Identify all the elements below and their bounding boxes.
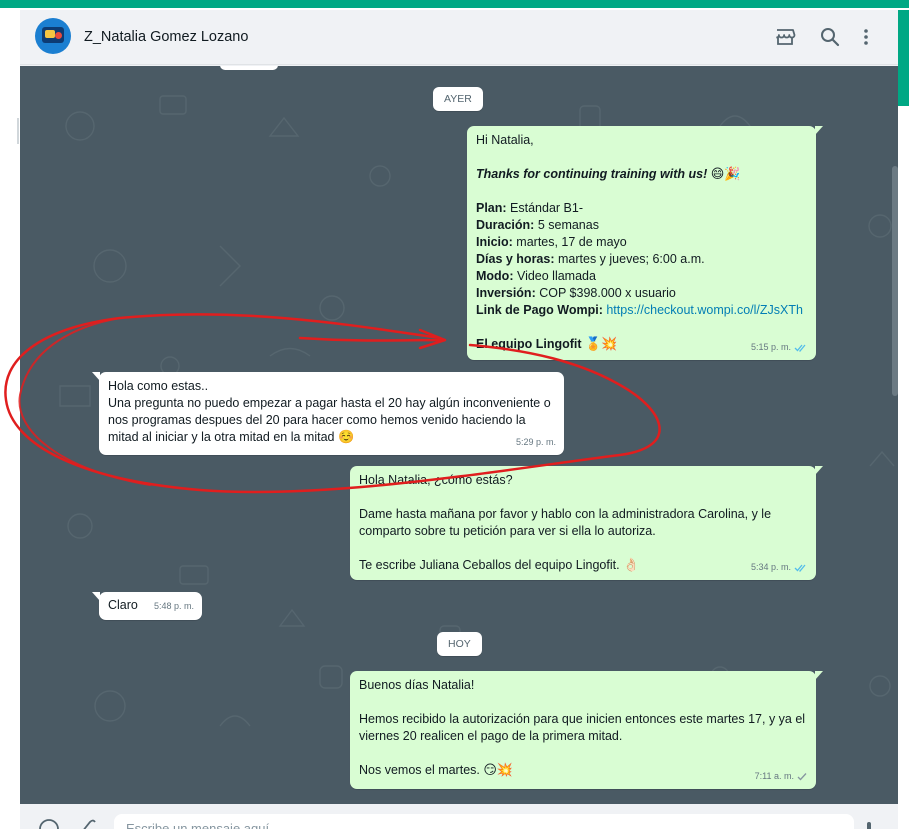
message-time: 5:15 p. m. <box>750 342 791 352</box>
message-list[interactable]: AYER Hi Natalia, Thanks for continuing t… <box>20 66 898 804</box>
message-meta: 5:34 p. m. <box>751 559 808 576</box>
double-check-icon <box>794 564 806 572</box>
message-text: Una pregunta no puedo empezar a pagar ha… <box>108 396 551 410</box>
message-meta: 7:11 a. m. <box>755 768 808 785</box>
message-text: Dame hasta mañana por favor y hablo con … <box>359 507 772 521</box>
panel-divider <box>17 118 19 144</box>
emoji: ☺️ <box>337 429 355 444</box>
message-time: 7:11 a. m. <box>754 771 794 781</box>
emoji: 😏💥 <box>483 762 514 777</box>
emoji: 😄🎉 <box>710 166 741 181</box>
window-top-strip <box>0 0 909 10</box>
message-meta: 5:48 p. m. <box>154 598 194 615</box>
avatar-graphic <box>45 30 55 38</box>
message-text: Hi Natalia, <box>476 133 534 147</box>
store-icon[interactable] <box>773 25 797 49</box>
message-input[interactable]: Escribe un mensaje aquí <box>114 814 854 829</box>
date-divider-yesterday: AYER <box>433 87 483 111</box>
microphone-icon[interactable] <box>858 818 880 829</box>
message-text: nos programas despues del 20 para hacer … <box>108 413 526 427</box>
message-outgoing[interactable]: Hi Natalia, Thanks for continuing traini… <box>467 126 823 360</box>
message-meta: 5:15 p. m. <box>751 339 808 356</box>
message-meta: 5:29 p. m. <box>516 434 556 451</box>
emoji-icon[interactable] <box>38 818 60 829</box>
scrollbar[interactable] <box>892 166 898 396</box>
avatar[interactable] <box>35 18 71 54</box>
dias-line: Días y horas: martes y jueves; 6:00 a.m. <box>476 252 705 266</box>
inicio-line: Inicio: martes, 17 de mayo <box>476 235 627 249</box>
accent-edge <box>898 10 909 106</box>
message-text: Buenos días Natalia! <box>359 678 475 692</box>
menu-dots-icon[interactable] <box>854 25 878 49</box>
message-text: Te escribe Juliana Ceballos del equipo L… <box>359 557 640 573</box>
emoji: 🏅💥 <box>585 336 618 351</box>
accent-bar <box>0 0 909 8</box>
attach-icon[interactable] <box>76 818 98 829</box>
clipped-message <box>220 66 278 70</box>
message-time: 5:29 p. m. <box>515 437 556 447</box>
payment-link[interactable]: https://checkout.wompi.co/l/ZJsXTh <box>606 303 803 317</box>
message-text: Hola Natalia, ¿cómo estás? <box>359 473 513 487</box>
date-divider-today: HOY <box>437 632 482 656</box>
duracion-line: Duración: 5 semanas <box>476 218 599 232</box>
composer: Escribe un mensaje aquí <box>20 804 898 829</box>
emoji: 👌🏻 <box>623 557 640 572</box>
modo-line: Modo: Video llamada <box>476 269 596 283</box>
message-text: Nos vemos el martes. 😏💥 <box>359 762 514 778</box>
message-incoming[interactable]: Hola como estas.. Una pregunta no puedo … <box>92 372 564 455</box>
chat-header[interactable]: Z_Natalia Gomez Lozano <box>20 10 898 65</box>
message-text: Hemos recibido la autorización para que … <box>359 712 806 726</box>
right-gutter <box>898 10 909 829</box>
message-text: Thanks for continuing training with us! … <box>476 166 741 182</box>
message-incoming[interactable]: Claro 5:48 p. m. <box>92 592 202 620</box>
message-text: mitad al iniciar y la otra mitad en la m… <box>108 429 355 445</box>
avatar-graphic <box>55 32 62 39</box>
payment-link-line: Link de Pago Wompi: https://checkout.wom… <box>476 303 803 317</box>
message-time: 5:34 p. m. <box>750 562 791 572</box>
message-outgoing[interactable]: Buenos días Natalia! Hemos recibido la a… <box>350 671 823 789</box>
message-text: comparto sobre tu petición para ver si e… <box>359 524 656 538</box>
left-gutter <box>0 10 20 829</box>
inversion-line: Inversión: COP $398.000 x usuario <box>476 286 676 300</box>
message-text: viernes 20 realicen el pago de la primer… <box>359 729 623 743</box>
plan-line: Plan: Estándar B1- <box>476 201 583 215</box>
contact-name[interactable]: Z_Natalia Gomez Lozano <box>84 29 248 45</box>
double-check-icon <box>794 344 806 352</box>
message-text: Hola como estas.. <box>108 379 209 393</box>
message-outgoing[interactable]: Hola Natalia, ¿cómo estás? Dame hasta ma… <box>350 466 823 580</box>
message-time: 5:48 p. m. <box>153 601 194 611</box>
search-icon[interactable] <box>818 25 842 49</box>
single-check-icon <box>797 773 807 781</box>
